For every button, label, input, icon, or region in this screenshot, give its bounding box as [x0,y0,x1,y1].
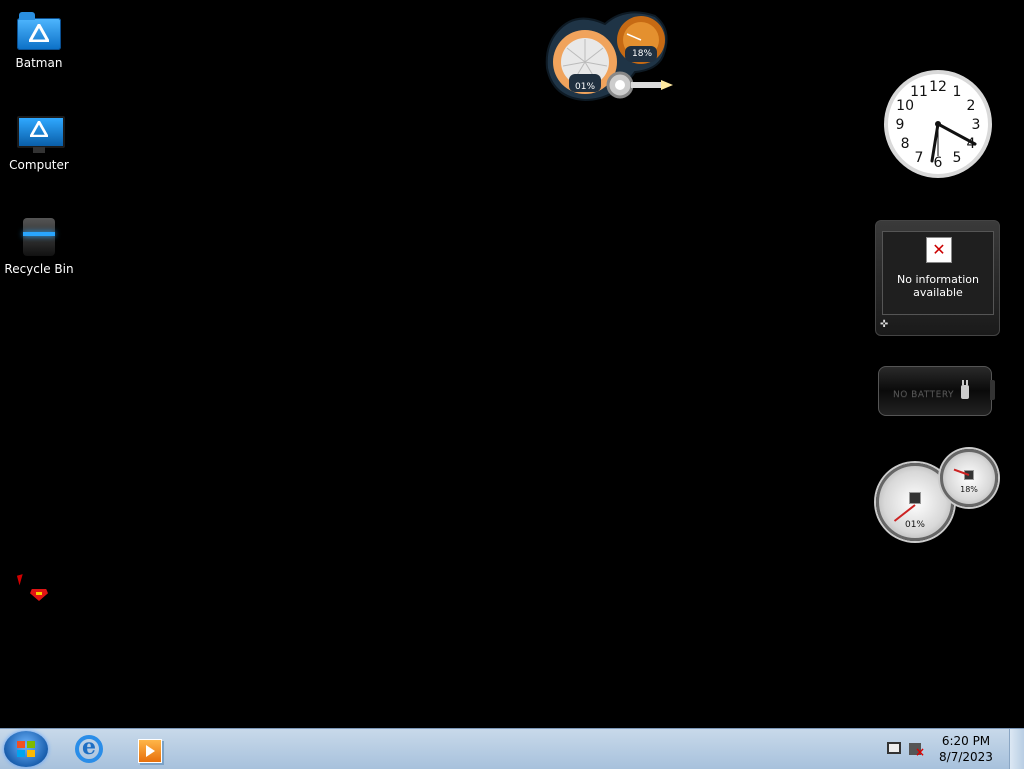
weather-message-line1: No information [897,273,979,286]
taskbar-media-player[interactable] [120,731,176,767]
clock-numeral: 11 [910,84,928,100]
battery-body: NO BATTERY [878,366,992,416]
desktop-icon-label: Computer [9,158,69,172]
clock-time: 6:20 PM [941,734,991,748]
superman-logo-icon [30,589,48,601]
clock-numeral: 12 [929,79,947,95]
cpu-value: 01% [904,520,925,530]
desktop-icon-recycle-bin[interactable]: Recycle Bin [0,216,78,277]
clock-date: 8/7/2023 [939,750,993,764]
desktop-icon-computer[interactable]: Computer [0,112,78,173]
chip-icon [909,492,921,504]
mouse-cursor-icon [16,572,32,586]
battery-status: NO BATTERY [893,390,955,400]
clock-face: 12 1234567891011 [884,70,992,178]
volume-muted-icon[interactable] [909,743,925,759]
windows-logo-icon [17,741,35,757]
desktop-icon-batman[interactable]: Batman [0,10,78,71]
clock-numeral: 10 [896,98,914,114]
clock-numeral: 5 [953,150,962,166]
folder-icon [15,10,63,52]
taskbar-clock[interactable]: 6:20 PM 8/7/2023 [936,733,996,765]
clock-numeral: 9 [896,117,905,133]
weather-gadget[interactable]: ✕ No information available ✜ [875,220,1000,336]
recycle-bin-icon [15,216,63,258]
fan-meter-graphic [545,11,673,102]
clock-numeral: 3 [972,117,981,133]
fan-cpu-meter-gadget[interactable]: 01% 18% [545,10,675,102]
taskbar-internet-explorer[interactable] [60,731,116,767]
system-tray: 6:20 PM 8/7/2023 [884,729,1024,769]
battery-terminal [990,380,995,400]
memory-gauge: 18% [940,449,998,507]
start-button[interactable] [4,731,48,767]
memory-value: 18% [960,485,978,494]
cpu-meter-gadget[interactable]: 01% 18% [874,447,998,542]
weather-message-line2: available [913,286,963,299]
plug-icon [961,380,969,399]
error-x-icon: ✕ [926,237,952,263]
fan-cpu-value: 01% [575,82,596,92]
fan-memory-value: 18% [632,49,653,59]
show-desktop-button[interactable] [1009,729,1024,769]
battery-gadget[interactable]: NO BATTERY [876,360,996,420]
wrench-icon[interactable]: ✜ [880,319,888,330]
clock-numeral: 1 [953,84,962,100]
desktop-icon-label: Batman [15,56,63,70]
weather-panel: ✕ No information available [882,231,994,315]
clock-numeral: 8 [901,136,910,152]
network-icon[interactable] [887,742,901,754]
weather-message: No information available [883,273,993,299]
computer-icon [15,112,65,154]
desktop-icon-label: Recycle Bin [4,262,74,276]
clock-numeral: 6 [934,155,943,171]
clock-gadget[interactable]: 12 1 2 3 4 5 6 7 8 9 10 11 [882,68,994,180]
clock-numeral: 7 [915,150,924,166]
internet-explorer-icon [75,734,103,763]
media-player-icon [138,739,162,763]
taskbar: 6:20 PM 8/7/2023 [0,728,1024,769]
clock-numeral: 2 [966,98,975,114]
